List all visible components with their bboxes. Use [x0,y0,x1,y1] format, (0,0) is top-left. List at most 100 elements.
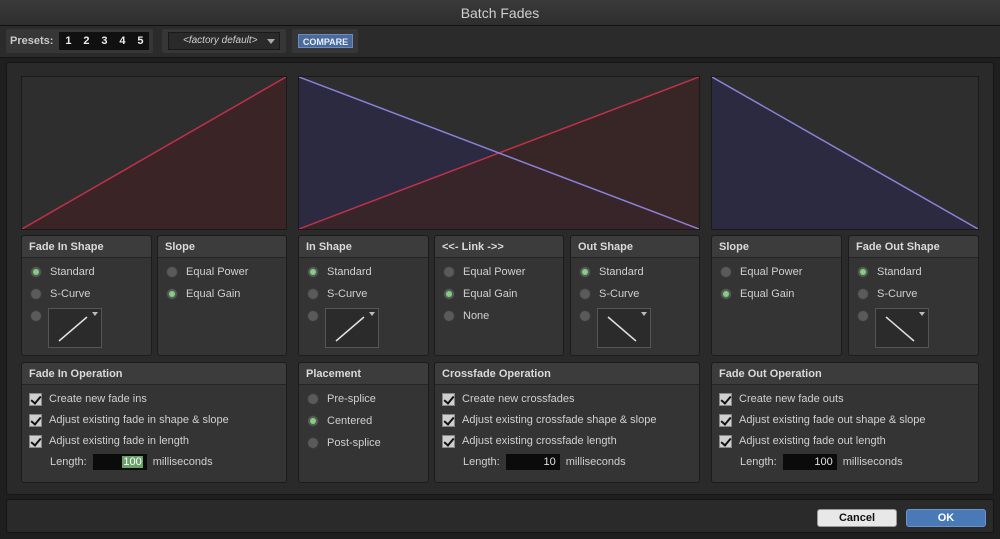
fade-in-operation-panel: Fade In Operation Create new fade ins Ad… [21,362,287,483]
checkbox-label: Adjust existing crossfade length [462,435,617,447]
fade-in-length-input[interactable]: 100 [92,454,147,470]
radio-label: Equal Gain [186,288,241,300]
xfade-in-standard-radio[interactable]: Standard [307,264,372,280]
create-new-fade-ins-checkbox[interactable]: Create new fade ins [29,391,147,407]
toolbar: Presets: 1 2 3 4 5 <factory default> COM… [0,26,1000,58]
fade-in-s-curve-radio[interactable]: S-Curve [30,286,90,302]
fade-out-equal-gain-radio[interactable]: Equal Gain [720,286,794,302]
xfade-link-panel: <<- Link ->> Equal Power Equal Gain None [434,235,564,356]
adjust-fade-out-shape-checkbox[interactable]: Adjust existing fade out shape & slope [719,412,926,428]
preset-3-button[interactable]: 3 [95,32,114,50]
adjust-crossfade-shape-checkbox[interactable]: Adjust existing crossfade shape & slope [442,412,656,428]
fade-out-s-curve-radio[interactable]: S-Curve [857,286,917,302]
radio-label: Equal Power [186,266,249,278]
length-unit: milliseconds [565,456,626,468]
adjust-fade-out-length-checkbox[interactable]: Adjust existing fade out length [719,433,886,449]
radio-label: Standard [50,266,95,278]
crossfade-length-input[interactable]: 10 [505,454,560,470]
fade-in-custom-radio[interactable] [30,308,50,324]
chevron-down-icon [369,312,375,316]
fade-out-slope-panel: Slope Equal Power Equal Gain [711,235,842,356]
radio-off-icon [443,266,455,278]
xfade-out-standard-radio[interactable]: Standard [579,264,644,280]
fade-out-custom-radio[interactable] [857,308,877,324]
radio-off-icon [307,437,319,449]
adjust-crossfade-length-checkbox[interactable]: Adjust existing crossfade length [442,433,617,449]
fade-in-curve-preset-button[interactable] [48,308,102,348]
checkbox-checked-icon [29,434,42,448]
fade-in-equal-gain-radio[interactable]: Equal Gain [166,286,240,302]
placement-panel: Placement Pre-splice Centered Post-splic… [298,362,429,483]
chevron-down-icon [919,312,925,316]
adjust-fade-in-shape-checkbox[interactable]: Adjust existing fade in shape & slope [29,412,229,428]
link-equal-gain-radio[interactable]: Equal Gain [443,286,517,302]
chevron-down-icon [641,312,647,316]
radio-off-icon [307,310,319,322]
preset-1-button[interactable]: 1 [59,32,78,50]
cancel-button[interactable]: Cancel [817,509,897,527]
pre-splice-radio[interactable]: Pre-splice [307,391,376,407]
radio-off-icon [579,288,591,300]
fade-in-standard-radio[interactable]: Standard [30,264,95,280]
checkbox-checked-icon [719,392,732,406]
radio-label: Centered [327,415,373,427]
fade-out-shape-panel: Fade Out Shape Standard S-Curve [848,235,979,356]
xfade-in-s-curve-radio[interactable]: S-Curve [307,286,367,302]
length-label: Length: [463,456,500,468]
radio-label: Equal Power [463,266,526,278]
fade-out-standard-radio[interactable]: Standard [857,264,922,280]
length-label: Length: [740,456,777,468]
factory-preset-label: <factory default> [183,35,258,46]
chevron-down-icon [92,312,98,316]
radio-label: Equal Gain [463,288,518,300]
radio-off-icon [857,288,869,300]
panel-title: Slope [158,236,286,258]
fade-out-equal-power-radio[interactable]: Equal Power [720,264,802,280]
fade-in-length-value: 100 [122,456,143,468]
radio-on-icon [579,266,591,278]
fade-in-curve-svg [22,77,286,229]
checkbox-checked-icon [442,434,455,448]
radio-off-icon [30,288,42,300]
create-new-fade-outs-checkbox[interactable]: Create new fade outs [719,391,844,407]
link-equal-power-radio[interactable]: Equal Power [443,264,525,280]
preset-2-button[interactable]: 2 [77,32,96,50]
ok-button[interactable]: OK [906,509,986,527]
fade-out-curve-preset-button[interactable] [875,308,929,348]
checkbox-checked-icon [719,413,732,427]
fade-out-length-row: Length: 100 milliseconds [740,453,909,471]
create-new-crossfades-checkbox[interactable]: Create new crossfades [442,391,575,407]
factory-preset-dropdown[interactable]: <factory default> [168,32,280,50]
post-splice-radio[interactable]: Post-splice [307,435,381,451]
link-none-radio[interactable]: None [443,308,489,324]
radio-off-icon [857,310,869,322]
xfade-out-curve-preset-button[interactable] [597,308,651,348]
compare-button[interactable]: COMPARE [298,34,353,48]
radio-on-icon [857,266,869,278]
fade-in-equal-power-radio[interactable]: Equal Power [166,264,248,280]
preset-4-button[interactable]: 4 [113,32,132,50]
radio-off-icon [720,266,732,278]
fade-out-length-input[interactable]: 100 [782,454,837,470]
xfade-out-custom-radio[interactable] [579,308,599,324]
xfade-in-curve-preset-button[interactable] [325,308,379,348]
presets-group: Presets: 1 2 3 4 5 [6,29,154,53]
centered-radio[interactable]: Centered [307,413,372,429]
radio-label: Equal Gain [740,288,795,300]
chevron-down-icon [267,39,275,44]
radio-on-icon [30,266,42,278]
fade-out-graph [711,76,979,230]
checkbox-checked-icon [29,392,42,406]
preset-5-button[interactable]: 5 [131,32,150,50]
panel-title: Slope [712,236,841,258]
xfade-in-custom-radio[interactable] [307,308,327,324]
length-label: Length: [50,456,87,468]
adjust-fade-in-length-checkbox[interactable]: Adjust existing fade in length [29,433,189,449]
checkbox-checked-icon [442,392,455,406]
compare-group: COMPARE [292,29,358,53]
radio-off-icon [579,310,591,322]
checkbox-label: Create new fade ins [49,393,147,405]
panel-title: Fade In Operation [22,363,286,385]
xfade-out-s-curve-radio[interactable]: S-Curve [579,286,639,302]
length-unit: milliseconds [152,456,213,468]
